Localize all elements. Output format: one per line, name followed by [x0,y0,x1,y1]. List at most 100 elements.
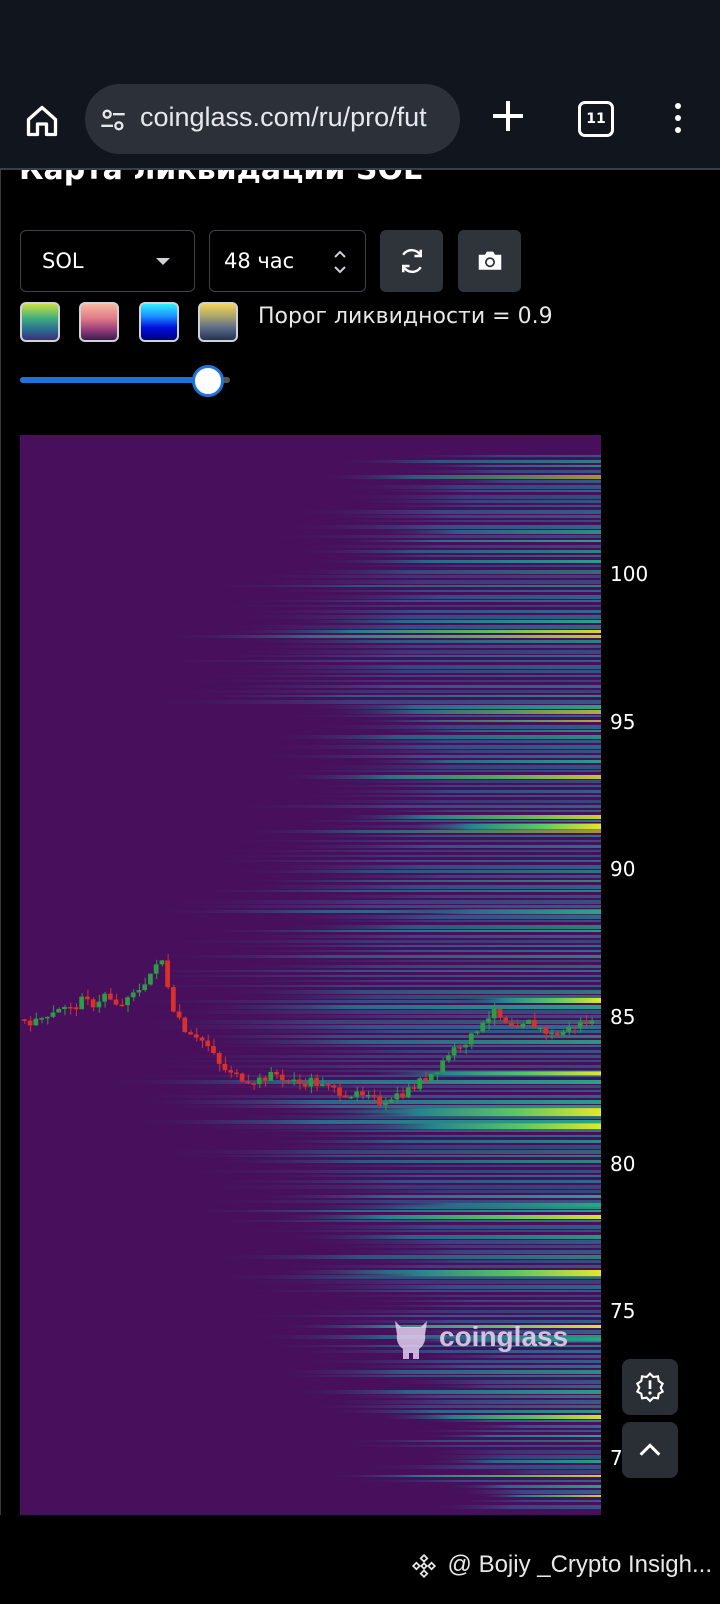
liquidity-band [304,515,601,518]
liquidity-band [371,1415,601,1419]
liquidity-band [176,695,601,697]
liquidity-band [213,935,601,938]
liquidity-band [422,1460,601,1463]
liquidity-band [345,760,601,763]
candle-body [337,1087,342,1096]
site-settings-icon[interactable] [99,106,127,134]
liquidity-band [442,1485,601,1488]
liquidity-band [353,505,601,507]
palette-sunset-swatch[interactable] [79,302,119,342]
liquidity-band [213,950,601,952]
liquidity-band-strong [450,997,601,1003]
liquidity-band [218,630,601,633]
liquidity-band [174,1005,601,1009]
liquidity-band [449,1500,601,1502]
candle-body [107,993,113,1000]
timeframe-select[interactable]: 48 час [209,230,366,292]
liquidity-band [234,1090,601,1092]
y-tick-label: 95 [610,710,636,734]
candle-body [423,1078,428,1081]
liquidity-band [253,745,601,749]
liquidity-band [279,1190,601,1193]
liquidity-band-strong [320,1270,601,1277]
new-tab-icon[interactable] [488,96,528,136]
palette-cividis-swatch[interactable] [198,302,238,342]
liquidity-band [328,460,601,463]
liquidity-band [198,1180,601,1183]
refresh-button[interactable] [380,230,443,292]
liquidity-band [391,455,601,457]
scroll-top-button[interactable] [622,1422,678,1478]
liquidity-band [268,1370,601,1374]
liquidity-band [192,855,601,857]
liquidity-band [148,955,601,958]
liquidity-band [175,1210,601,1212]
liquidity-band [474,1495,601,1497]
candle-body [302,1083,308,1087]
liquidity-band [190,1040,601,1044]
candle-body [182,1017,188,1033]
liquidity-band [307,1400,601,1404]
candle-body [216,1053,222,1064]
liquidity-band [242,960,601,962]
liquidity-band [271,775,601,779]
candle-body [153,964,159,974]
liquidity-band [152,1035,601,1038]
candle-body [142,984,148,990]
home-button[interactable] [18,97,66,145]
candle-body [342,1095,348,1098]
liquidity-band [327,815,601,819]
liquidity-band [187,1030,601,1033]
tab-switcher-button[interactable]: 11 [578,101,614,137]
screenshot-button[interactable] [458,230,521,292]
liquidity-band [261,1225,601,1229]
liquidity-band [292,765,601,769]
symbol-value: SOL [42,249,84,273]
candle-body [148,973,153,985]
refresh-icon [401,248,422,274]
candle-body [377,1096,382,1105]
candle-body [348,1096,354,1099]
tab-count: 11 [586,111,606,127]
liquidity-band [287,785,601,787]
liquidity-band [224,965,601,968]
liquidity-band [198,1160,601,1163]
candle-body [130,992,136,998]
browser-toolbar: coinglass.com/ru/pro/fut 11 [0,80,720,170]
candle-body [554,1032,560,1035]
palette-blue-swatch[interactable] [139,302,179,342]
liquidity-band [95,1080,601,1084]
coinglass-watermark: coinglass [389,1315,569,1361]
symbol-select[interactable]: SOL [20,230,195,292]
candle-body [211,1046,216,1054]
candle-body [274,1071,279,1075]
candle-body [497,1008,503,1018]
more-vert-icon[interactable] [666,98,690,138]
liquidity-band [307,1245,601,1248]
address-bar[interactable]: coinglass.com/ru/pro/fut [85,84,460,154]
candle-body [44,1016,50,1019]
threshold-slider-thumb[interactable] [192,365,224,397]
liquidity-band [125,700,601,704]
liquidity-band-strong [340,1123,601,1130]
liquidity-band [281,1390,601,1394]
candle-body [56,1009,62,1013]
liquidity-band [290,835,601,837]
liquidity-band [349,810,601,812]
feedback-button[interactable] [622,1359,678,1415]
candle-body [531,1019,537,1029]
liquidity-band [100,975,601,977]
candle-body [239,1073,245,1082]
liquidity-band [279,545,601,548]
liquidity-band [107,985,601,987]
liquidity-band [394,1430,601,1432]
palette-viridis-swatch[interactable] [20,302,60,342]
candle-body [549,1032,554,1035]
liquidity-band [265,715,601,717]
alert-badge-icon [635,1372,665,1403]
candle-body [491,1008,497,1019]
liquidity-band [212,805,601,808]
candle-body [165,960,170,988]
candle-body [73,1007,79,1010]
liquidity-band [335,1480,601,1482]
